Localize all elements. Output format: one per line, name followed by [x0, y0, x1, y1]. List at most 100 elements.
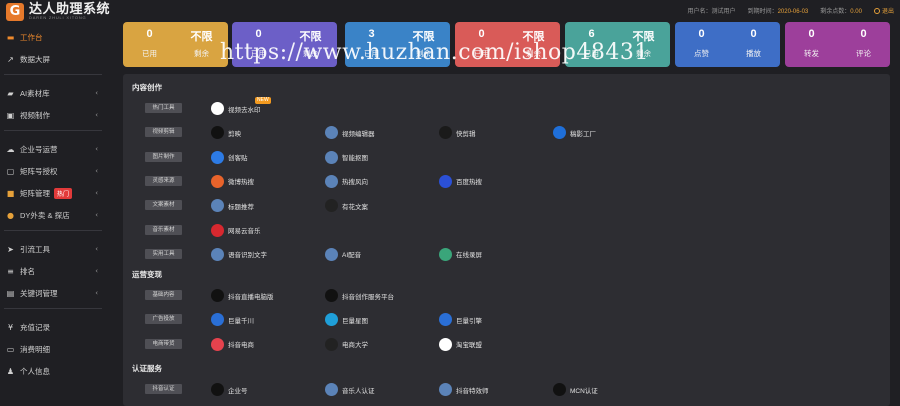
sidebar-item-label: 充值记录 [20, 322, 50, 332]
tool-label: 语音识别文字 [228, 252, 267, 260]
douyin-icon [211, 289, 224, 302]
top-bar: G 达人助理系统 DAREN ZHULI XITONG 用户名：测试用户 到期时… [0, 0, 900, 22]
sidebar-item-consumption[interactable]: ▭ 消费明细 [0, 340, 106, 358]
tool-link[interactable]: 抖音创作服务平台 [325, 289, 394, 302]
username-value: 测试用户 [711, 9, 736, 15]
sidebar-item-profile[interactable]: ♟ 个人信息 [0, 362, 106, 380]
sidebar-item-matrix-auth[interactable]: ▢ 矩阵号授权 ‹ [0, 162, 106, 180]
baidu-icon [439, 174, 452, 188]
sidebar-item-recharge[interactable]: ¥ 充值记录 [0, 318, 106, 336]
film-factory-icon [553, 126, 566, 140]
app-icon [325, 126, 338, 140]
divider [4, 130, 102, 131]
tool-link[interactable]: 语音识别文字 [211, 247, 267, 261]
category-tag: 文案素材 [145, 200, 182, 211]
tool-link[interactable]: 标题推荐 [211, 199, 254, 213]
app-icon [211, 199, 224, 213]
chevron-left-icon: ‹ [95, 267, 98, 275]
tool-label: 百度热搜 [456, 179, 482, 187]
category-tag: 灵感来源 [145, 175, 182, 186]
tool-label: MCN认证 [570, 387, 598, 395]
tool-link[interactable]: 淘宝联盟 [439, 337, 482, 351]
tool-link[interactable]: 巨量星图 [325, 313, 368, 327]
tool-link[interactable]: 剪映 [211, 126, 241, 140]
tool-link[interactable]: 巨量引擎 [439, 313, 482, 327]
sidebar-item-matrix-manage[interactable]: ■ 矩阵管理 热门 ‹ [0, 184, 106, 202]
section-title: 内容创作 [132, 83, 162, 92]
tools-panel: 内容创作 热门工具 视频去水印 NEW 视频剪辑 剪映 视频编辑器 快剪辑 稿影工厂 图片制作 创客… [123, 74, 890, 406]
hot-badge: 热门 [54, 187, 73, 199]
key-icon: ▤ [6, 288, 15, 298]
tool-link[interactable]: 视频编辑器 [325, 126, 375, 140]
stat-label: 播放 [746, 49, 761, 58]
chevron-left-icon: ‹ [95, 211, 98, 219]
tool-link[interactable]: 稿影工厂 [553, 126, 596, 140]
tool-label: 快剪辑 [456, 130, 476, 138]
tool-link[interactable]: AI配音 [325, 247, 362, 261]
tool-link[interactable]: 热搜风向 [325, 174, 368, 188]
category-tag: 音乐素材 [145, 224, 182, 235]
sidebar-item-rank[interactable]: ≡ 排名 ‹ [0, 262, 106, 280]
tool-link[interactable]: 抖音特效师 [439, 383, 489, 396]
tool-link[interactable]: 微博热搜 [211, 174, 254, 188]
tool-label: 剪映 [228, 130, 241, 138]
mcn-icon [553, 383, 566, 396]
app-icon [439, 383, 452, 396]
divider [4, 308, 102, 309]
tool-link[interactable]: 在线录屏 [439, 247, 482, 261]
category-tag: 图片制作 [145, 151, 182, 162]
tool-label: AI配音 [342, 252, 362, 260]
sidebar-item-label: 矩阵号授权 [20, 166, 58, 176]
stat-value: 0 [860, 28, 867, 40]
user-icon: ♟ [6, 366, 15, 376]
category-tag: 热门工具 [145, 103, 182, 113]
tool-link[interactable]: 抖音电商 [211, 337, 254, 351]
tool-label: 微博热搜 [228, 179, 254, 187]
sidebar-item-keywords[interactable]: ▤ 关键词管理 ‹ [0, 284, 106, 302]
tool-label: 巨量引擎 [456, 317, 482, 325]
tool-label: 网易云音乐 [228, 228, 261, 235]
stat-card: 0 已用 不限 剩余 [123, 22, 228, 67]
sidebar-item-traffic[interactable]: ➤ 引流工具 ‹ [0, 240, 106, 258]
tool-link[interactable]: 创客贴 [211, 150, 248, 164]
stat-value: 0 [808, 28, 815, 40]
netease-music-icon [211, 223, 224, 237]
tool-link[interactable]: 快剪辑 [439, 126, 476, 140]
chevron-left-icon: ‹ [95, 289, 98, 297]
sidebar-item-delivery[interactable]: ● DY外卖 & 探店 ‹ [0, 206, 106, 224]
stat-label: 点赞 [694, 49, 709, 58]
sidebar-item-label: 视频制作 [20, 110, 50, 120]
sidebar-item-video-production[interactable]: ▣ 视频制作 ‹ [0, 106, 106, 124]
qianchuan-icon [211, 313, 224, 327]
sidebar-item-label: 个人信息 [20, 366, 50, 376]
tool-link[interactable]: 电商大学 [325, 337, 368, 351]
chart-icon: ↗ [7, 54, 14, 64]
tool-link[interactable]: 百度热搜 [439, 174, 482, 188]
tool-label: 巨量千川 [228, 317, 254, 325]
tool-link[interactable]: 抖音直播电脑版 [211, 289, 274, 302]
expire-value: 2020-06-03 [777, 9, 809, 15]
sidebar-item-data-screen[interactable]: ↗ 数据大屏 [0, 50, 106, 68]
tool-link[interactable]: 智能抠图 [325, 150, 368, 164]
sidebar-item-workbench[interactable]: ▬ 工作台 [0, 28, 106, 46]
tool-link[interactable]: 网易云音乐 [211, 223, 261, 237]
watermark-remove-icon [211, 102, 224, 115]
sidebar-item-enterprise[interactable]: ☁ 企业号运营 ‹ [0, 140, 106, 158]
douyin-shop-icon [211, 337, 224, 351]
points-value: 0.00 [850, 9, 862, 15]
tool-link[interactable]: 有花文案 [325, 199, 368, 213]
tool-link[interactable]: 音乐人认证 [325, 383, 375, 396]
logo[interactable]: G 达人助理系统 DAREN ZHULI XITONG [6, 2, 110, 21]
sidebar-item-ai-library[interactable]: ▰ AI素材库 ‹ [0, 84, 106, 102]
tool-link[interactable]: 巨量千川 [211, 313, 254, 327]
matrix-icon: ■ [6, 188, 15, 198]
stat-label: 评论 [856, 49, 871, 58]
sidebar-item-label: 排名 [20, 266, 35, 276]
tool-link[interactable]: MCN认证 [553, 383, 598, 396]
tool-link[interactable]: 视频去水印 NEW [211, 97, 271, 115]
douyin-icon [211, 383, 224, 396]
stat-value: 0 [698, 28, 705, 40]
sidebar-item-label: 数据大屏 [20, 54, 50, 64]
logout-button[interactable]: 退出 [873, 6, 894, 15]
tool-link[interactable]: 企业号 [211, 383, 248, 396]
